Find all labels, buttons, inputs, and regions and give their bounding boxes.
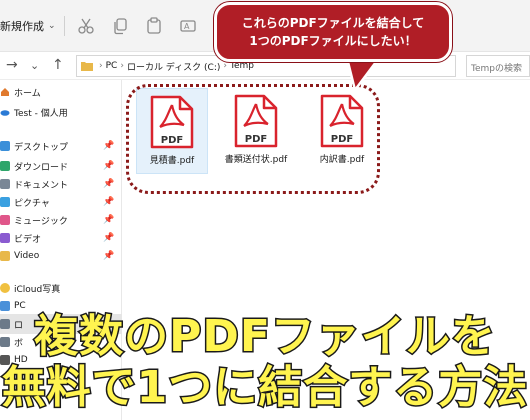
chevron-down-icon: ⌄ [48,21,56,31]
highlight-frame [126,84,380,194]
music-icon [0,215,10,225]
breadcrumb-separator-icon: › [120,61,124,71]
folder-icon [81,62,93,71]
sidebar-item-videos[interactable]: ビデオ 📌 [0,228,122,248]
sidebar-item-label: Test - 個人用 [14,108,68,119]
sidebar-item-label: ミュージック [14,216,68,227]
toolbar-divider [64,16,65,36]
rename-icon[interactable]: A [178,16,198,36]
sidebar-item-documents[interactable]: ドキュメント 📌 [0,174,122,194]
sidebar-item-label: デスクトップ [14,142,69,153]
pin-icon[interactable]: 📌 [103,251,114,261]
callout-tail [345,58,381,92]
pin-icon[interactable]: 📌 [103,141,114,151]
sidebar-item-label: ホーム [14,88,41,99]
sidebar-item-pictures[interactable]: ピクチャ 📌 [0,192,122,212]
video-icon [0,233,10,243]
callout-line: 1つのPDFファイルにしたい！ [249,34,417,48]
cloud-icon [0,110,10,116]
banner-title-line: 複数のPDFファイルを [33,310,497,363]
new-button[interactable]: 新規作成 ⌄ [0,14,56,38]
sidebar-item-label: ドキュメント [14,180,69,191]
breadcrumb-temp[interactable]: Temp [230,61,254,71]
sidebar-item-desktop[interactable]: デスクトップ 📌 [0,136,122,156]
icloud-photos-icon [0,283,10,293]
sidebar-item-label: iCloud写真 [14,284,61,295]
sidebar-item-label: Video [14,251,40,261]
breadcrumb-pc[interactable]: PC [106,61,118,71]
folder-icon [0,251,10,261]
pin-icon[interactable]: 📌 [103,215,114,225]
pin-icon[interactable]: 📌 [103,197,114,207]
sidebar-item-music[interactable]: ミュージック 📌 [0,210,122,230]
sidebar-item-label: ダウンロード [14,162,69,173]
sidebar-item-video-folder[interactable]: Video 📌 [0,246,122,266]
document-icon [0,179,10,189]
copy-icon[interactable] [110,16,130,36]
pin-icon[interactable]: 📌 [103,161,114,171]
computer-icon [0,301,10,311]
banner-title-line: 無料で1つに結合する方法 [0,361,529,415]
breadcrumb-separator-icon: › [99,61,103,71]
sidebar-item-downloads[interactable]: ダウンロード 📌 [0,156,122,176]
sidebar-item-onedrive[interactable]: Test - 個人用 [0,102,122,122]
home-icon [1,88,9,96]
breadcrumb-separator-icon: › [223,61,227,71]
sidebar-item-home[interactable]: ホーム [0,82,122,102]
pin-icon[interactable]: 📌 [103,233,114,243]
pin-icon[interactable]: 📌 [103,179,114,189]
paste-icon[interactable] [144,16,164,36]
search-input[interactable]: Tempの検索 [466,55,530,77]
sidebar-item-label: PC [14,301,26,311]
forward-icon[interactable]: → [6,57,18,73]
svg-text:A: A [184,22,190,31]
up-icon[interactable]: ↑ [52,57,64,73]
cut-icon[interactable] [76,16,96,36]
desktop-icon [0,141,10,151]
sidebar-item-label: ビデオ [14,234,42,245]
sidebar-item-label: ピクチャ [14,198,50,209]
sidebar-item-icloud-photos[interactable]: iCloud写真 [0,278,122,298]
new-button-label: 新規作成 [0,20,44,33]
picture-icon [0,197,10,207]
callout-line: これらのPDFファイルを結合して [241,16,425,30]
callout-bubble: これらのPDFファイルを結合して 1つのPDFファイルにしたい！ [214,2,452,62]
download-icon [0,161,10,171]
breadcrumb-local-disk[interactable]: ローカル ディスク (C:) [127,60,220,73]
recent-dropdown-icon[interactable]: ⌄ [30,59,39,72]
